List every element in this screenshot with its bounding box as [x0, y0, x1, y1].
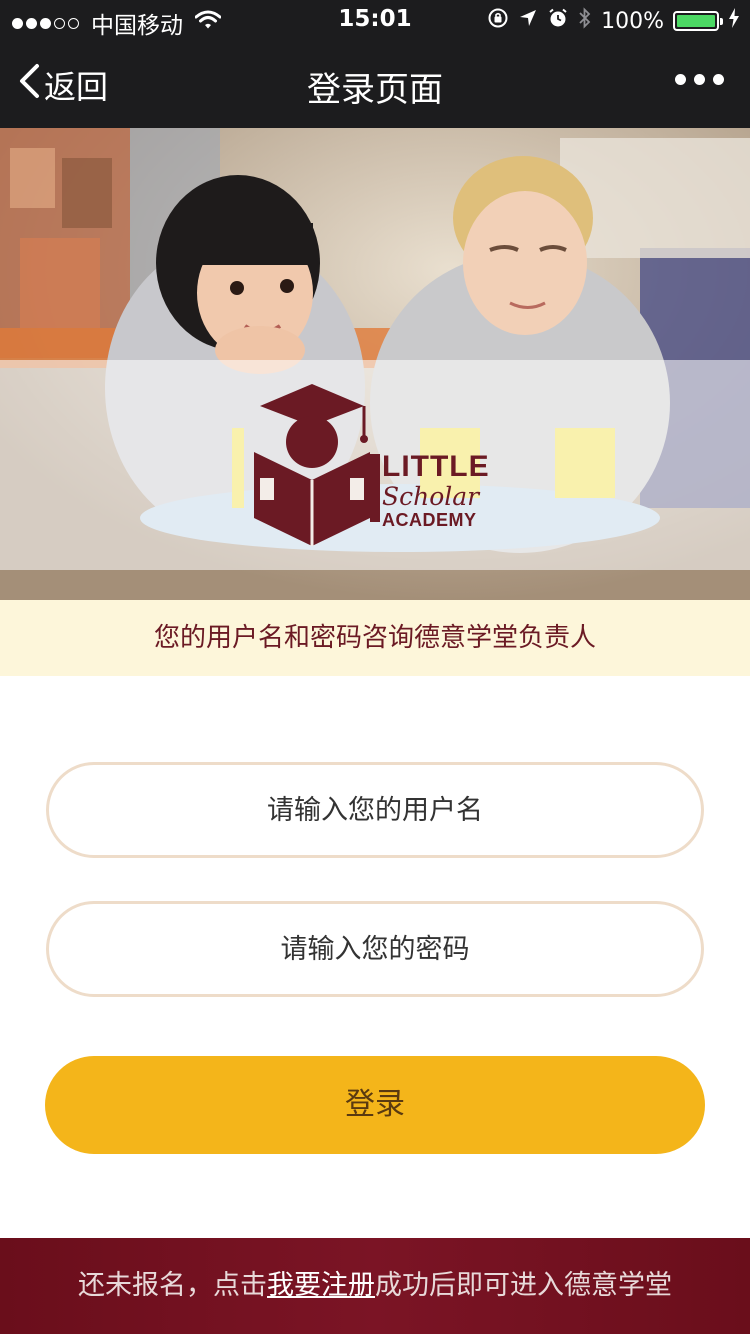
username-input[interactable] [49, 765, 701, 855]
footer-prefix-text: 还未报名，点击 [78, 1270, 267, 1301]
password-input[interactable] [49, 904, 701, 994]
password-field[interactable] [46, 901, 704, 997]
wifi-icon [194, 10, 222, 36]
navigation-bar: 返回 登录页面 [0, 40, 750, 128]
status-bar-left: 中国移动 [12, 6, 222, 40]
logo-wordmark: LITTLE Scholar ACADEMY [382, 450, 490, 530]
battery-icon [673, 11, 723, 31]
signal-strength-icon [12, 17, 79, 29]
bluetooth-icon [578, 6, 592, 36]
footer-suffix-text: 成功后即可进入德意学堂 [375, 1270, 672, 1301]
login-button[interactable]: 登录 [45, 1056, 705, 1154]
rotation-lock-icon [487, 7, 509, 35]
register-link[interactable]: 我要注册 [267, 1270, 375, 1301]
credentials-notice: 您的用户名和密码咨询德意学堂负责人 [0, 600, 750, 676]
battery-percent: 100% [601, 8, 664, 34]
academy-logo: LITTLE Scholar ACADEMY [252, 384, 502, 552]
page-title: 登录页面 [307, 70, 443, 110]
hero-banner: LITTLE Scholar ACADEMY [0, 128, 750, 600]
carrier-name: 中国移动 [91, 13, 183, 39]
logo-line-scholar: Scholar [382, 482, 480, 511]
logo-line-academy: ACADEMY [382, 510, 477, 530]
more-dots-icon[interactable] [675, 74, 724, 85]
status-bar-right: 100% [487, 6, 740, 36]
back-label: 返回 [44, 68, 109, 106]
status-bar: 中国移动 15:01 100% [0, 0, 750, 40]
chevron-left-icon [18, 63, 40, 107]
logo-line-little: LITTLE [382, 450, 490, 483]
username-field[interactable] [46, 762, 704, 858]
back-button[interactable]: 返回 [18, 62, 108, 108]
location-icon [518, 8, 538, 34]
charging-icon [728, 8, 740, 34]
alarm-icon [547, 7, 569, 35]
register-footer: 还未报名，点击我要注册成功后即可进入德意学堂 [0, 1238, 750, 1334]
